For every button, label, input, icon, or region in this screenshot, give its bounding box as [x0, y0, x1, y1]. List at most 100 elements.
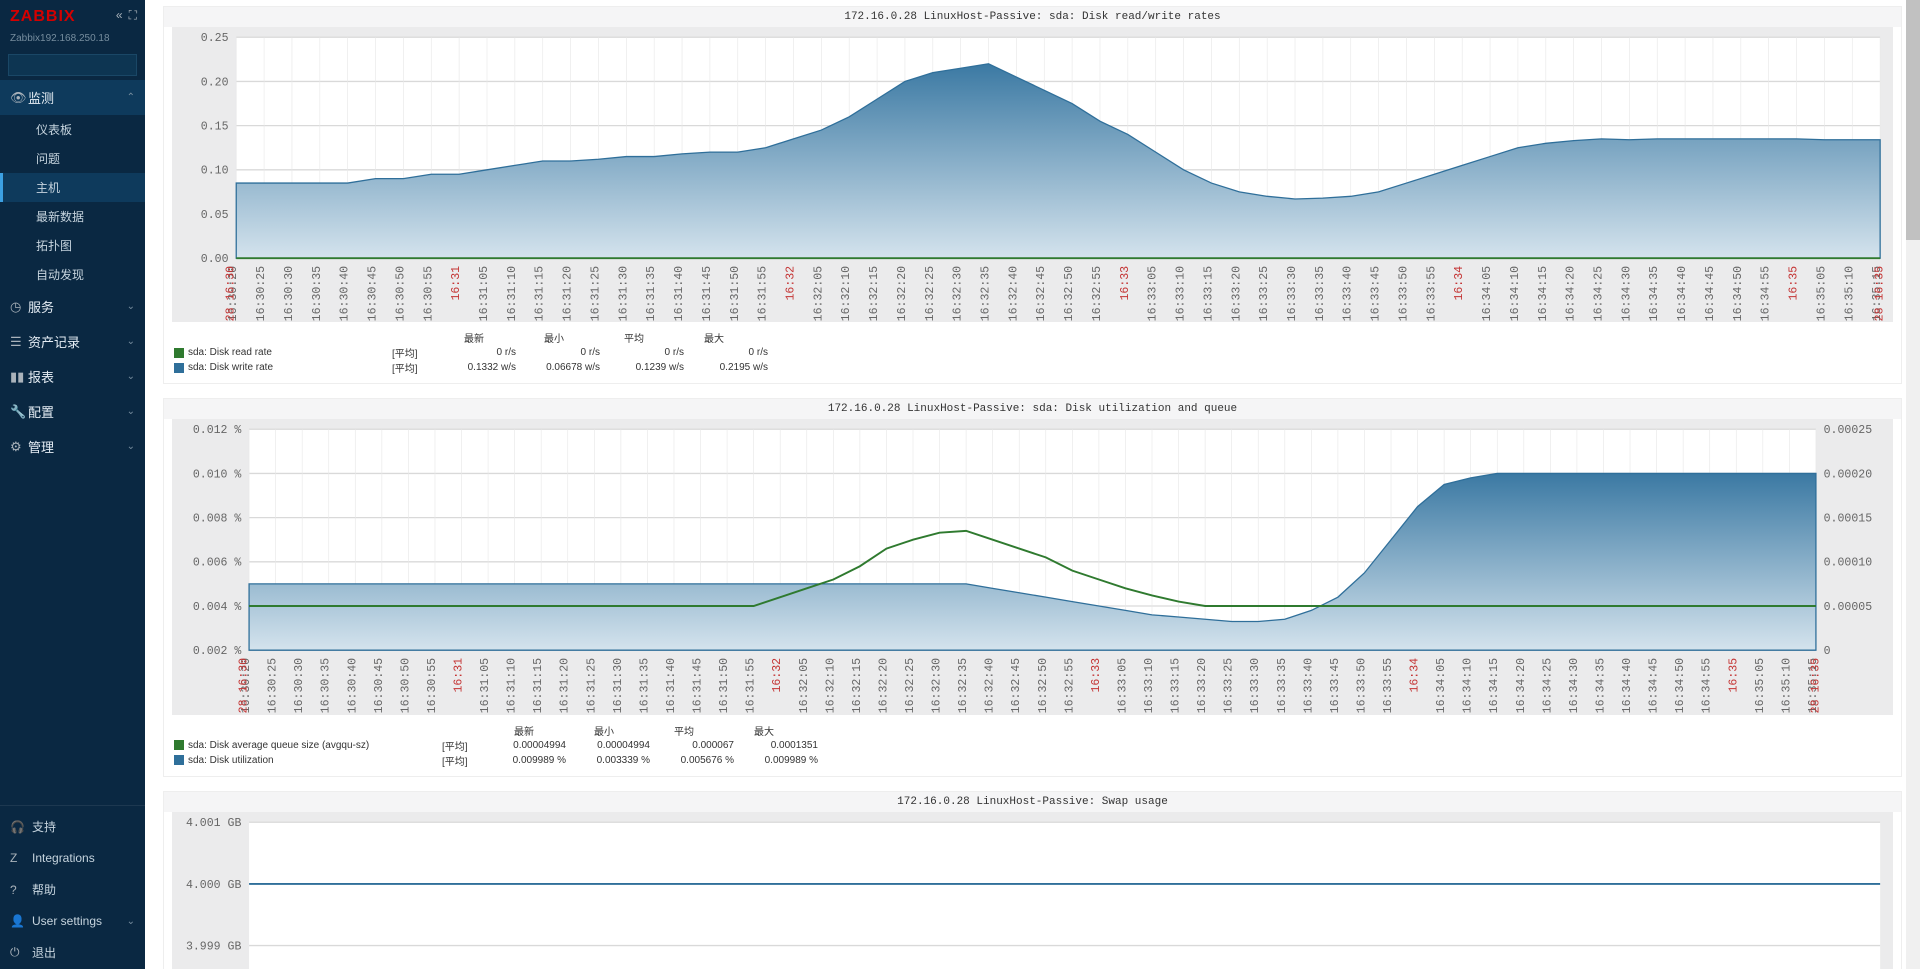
collapse-icon[interactable]: «: [116, 8, 123, 23]
legend-swatch-icon: [174, 348, 184, 358]
svg-text:16:34:50: 16:34:50: [1674, 658, 1687, 714]
svg-text:16:34: 16:34: [1409, 658, 1422, 693]
chevron-down-icon: ⌄: [127, 441, 135, 452]
nav-help[interactable]: ? 帮助: [0, 873, 145, 906]
svg-text:16:33:50: 16:33:50: [1397, 266, 1410, 322]
svg-text:16:32:45: 16:32:45: [1010, 658, 1023, 714]
nav-sub-problems[interactable]: 问题: [0, 144, 145, 173]
legend-swatch-icon: [174, 755, 184, 765]
server-label: Zabbix192.168.250.18: [0, 31, 145, 50]
svg-text:16:33:20: 16:33:20: [1196, 658, 1209, 714]
svg-text:16:32:30: 16:32:30: [931, 658, 944, 714]
svg-text:16:32:55: 16:32:55: [1091, 266, 1104, 322]
svg-text:16:32:25: 16:32:25: [904, 658, 917, 714]
svg-text:16:35:05: 16:35:05: [1815, 266, 1828, 322]
nav-admin[interactable]: ⚙ 管理 ⌄: [0, 429, 145, 464]
svg-text:16:30:50: 16:30:50: [394, 266, 407, 322]
chart-body[interactable]: 0.000.050.100.150.200.2516:30:2016:30:25…: [172, 27, 1893, 322]
svg-text:16:33:40: 16:33:40: [1342, 266, 1355, 322]
scrollbar-thumb[interactable]: [1906, 0, 1920, 240]
svg-text:16:33:40: 16:33:40: [1302, 658, 1315, 714]
svg-text:16:33:50: 16:33:50: [1355, 658, 1368, 714]
svg-text:0.010 %: 0.010 %: [193, 469, 242, 482]
svg-text:16:33:55: 16:33:55: [1425, 266, 1438, 322]
svg-text:16:30:40: 16:30:40: [339, 266, 352, 322]
svg-text:16:34:05: 16:34:05: [1481, 266, 1494, 322]
svg-text:05-28 16:30: 05-28 16:30: [238, 658, 251, 715]
svg-text:16:31:50: 16:31:50: [718, 658, 731, 714]
svg-text:16:34:55: 16:34:55: [1760, 266, 1773, 322]
chart-title: 172.16.0.28 LinuxHost-Passive: sda: Disk…: [164, 7, 1901, 27]
svg-text:16:31:50: 16:31:50: [729, 266, 742, 322]
nav-integrations[interactable]: Z Integrations: [0, 843, 145, 873]
nav-inventory[interactable]: ☰ 资产记录 ⌄: [0, 324, 145, 359]
svg-text:16:33: 16:33: [1119, 266, 1132, 301]
svg-text:16:32:40: 16:32:40: [1007, 266, 1020, 322]
search-box[interactable]: 🔍: [8, 54, 137, 76]
svg-text:0.15: 0.15: [201, 120, 229, 133]
svg-text:16:31:45: 16:31:45: [692, 658, 705, 714]
nav-user[interactable]: 👤 User settings ⌄: [0, 906, 145, 936]
svg-text:16:33:30: 16:33:30: [1286, 266, 1299, 322]
svg-text:16:31:15: 16:31:15: [532, 658, 545, 714]
svg-text:4.000 GB: 4.000 GB: [186, 879, 242, 892]
svg-text:16:30:55: 16:30:55: [422, 266, 435, 322]
chart-legend: 最新 最小 平均 最大 sda: Disk read rate [平均] 0 r…: [164, 326, 1901, 383]
nav-sub-latest[interactable]: 最新数据: [0, 202, 145, 231]
eye-icon: 👁: [10, 90, 28, 106]
nav-support[interactable]: 🎧 支持: [0, 810, 145, 843]
nav-monitoring[interactable]: 👁 监测 ⌃: [0, 80, 145, 115]
nav-sub-maps[interactable]: 拓扑图: [0, 231, 145, 260]
svg-text:16:34:45: 16:34:45: [1704, 266, 1717, 322]
chart-title: 172.16.0.28 LinuxHost-Passive: Swap usag…: [164, 792, 1901, 812]
svg-text:16:31:55: 16:31:55: [757, 266, 770, 322]
svg-text:3.999 GB: 3.999 GB: [186, 940, 242, 953]
svg-text:16:34:40: 16:34:40: [1676, 266, 1689, 322]
headphones-icon: 🎧: [10, 820, 32, 834]
wrench-icon: 🔧: [10, 404, 28, 420]
list-icon: ☰: [10, 334, 28, 350]
svg-text:16:31:20: 16:31:20: [562, 266, 575, 322]
svg-text:16:33:05: 16:33:05: [1116, 658, 1129, 714]
svg-text:0.006 %: 0.006 %: [193, 557, 242, 570]
nav-services[interactable]: ◷ 服务 ⌄: [0, 289, 145, 324]
svg-text:16:31:40: 16:31:40: [673, 266, 686, 322]
svg-text:16:34:25: 16:34:25: [1593, 266, 1606, 322]
nav-reports[interactable]: ▮▮ 报表 ⌄: [0, 359, 145, 394]
svg-text:0.00015: 0.00015: [1824, 513, 1873, 526]
svg-text:0.25: 0.25: [201, 32, 229, 45]
nav-sub-hosts[interactable]: 主机: [0, 173, 145, 202]
nav-sub-discovery[interactable]: 自动发现: [0, 260, 145, 289]
svg-text:16:31:15: 16:31:15: [534, 266, 547, 322]
svg-text:16:32:15: 16:32:15: [851, 658, 864, 714]
nav-logout[interactable]: ⏻ 退出: [0, 936, 145, 969]
svg-text:0.012 %: 0.012 %: [193, 425, 242, 438]
chevron-down-icon: ⌄: [127, 371, 135, 382]
svg-text:16:34:35: 16:34:35: [1594, 658, 1607, 714]
chart-body[interactable]: 0.002 %0.004 %0.006 %0.008 %0.010 %0.012…: [172, 419, 1893, 714]
svg-text:16:31:40: 16:31:40: [665, 658, 678, 714]
fullscreen-icon[interactable]: ⛶: [129, 8, 137, 23]
svg-text:16:34:45: 16:34:45: [1648, 658, 1661, 714]
legend-row: sda: Disk write rate [平均] 0.1332 w/s 0.0…: [174, 360, 1891, 375]
scrollbar[interactable]: [1906, 0, 1920, 969]
svg-text:16:34:20: 16:34:20: [1565, 266, 1578, 322]
svg-text:16:34:20: 16:34:20: [1515, 658, 1528, 714]
svg-text:0.00005: 0.00005: [1824, 601, 1873, 614]
svg-text:0.00020: 0.00020: [1824, 469, 1873, 482]
chart-body[interactable]: 3.998 GB3.999 GB4.000 GB4.001 GB: [172, 812, 1893, 969]
svg-text:16:31: 16:31: [450, 266, 463, 301]
search-input[interactable]: [15, 59, 157, 71]
nav-config[interactable]: 🔧 配置 ⌄: [0, 394, 145, 429]
svg-text:16:34:15: 16:34:15: [1537, 266, 1550, 322]
svg-text:16:33:15: 16:33:15: [1202, 266, 1215, 322]
chevron-down-icon: ⌄: [127, 916, 135, 927]
svg-text:16:35:10: 16:35:10: [1843, 266, 1856, 322]
svg-text:16:30:40: 16:30:40: [346, 658, 359, 714]
svg-text:05-28 16:35: 05-28 16:35: [1809, 658, 1822, 715]
svg-text:16:34:25: 16:34:25: [1541, 658, 1554, 714]
chart-panel-swap: 172.16.0.28 LinuxHost-Passive: Swap usag…: [163, 791, 1902, 969]
nav-sub-dashboard[interactable]: 仪表板: [0, 115, 145, 144]
gear-icon: ⚙: [10, 439, 28, 455]
svg-text:16:32:35: 16:32:35: [957, 658, 970, 714]
